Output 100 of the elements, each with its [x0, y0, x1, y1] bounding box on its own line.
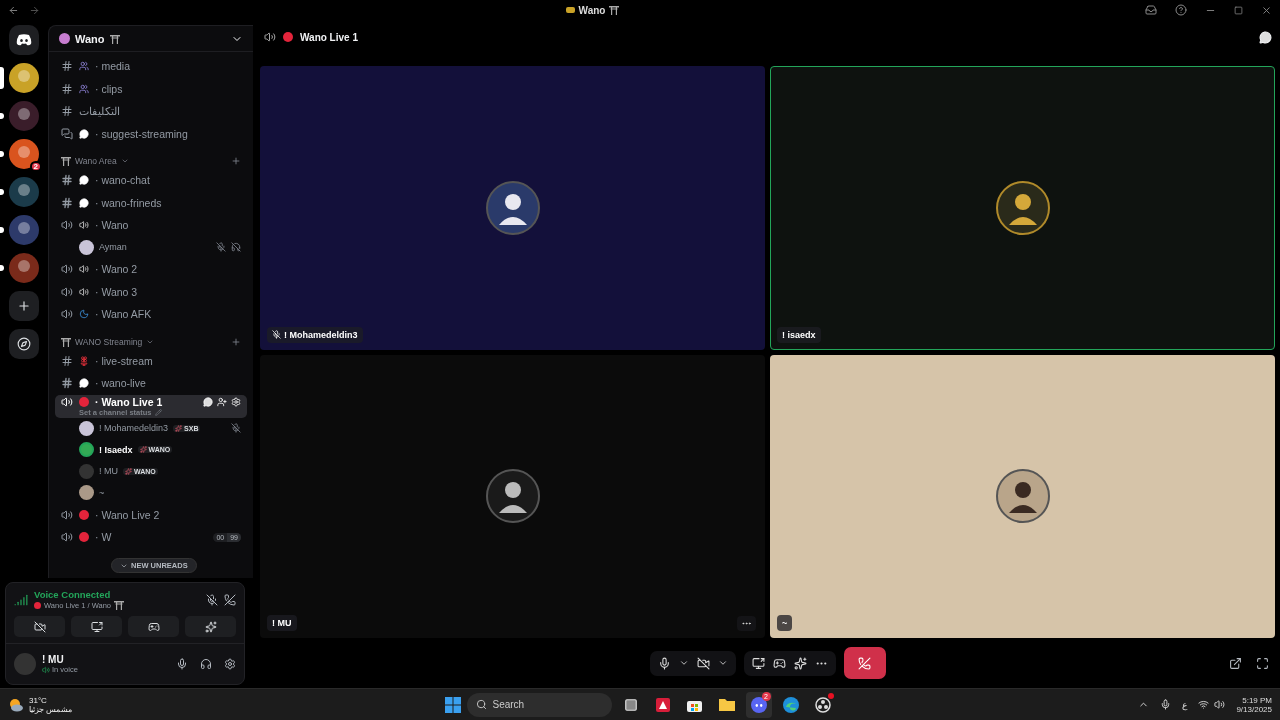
disconnect-button[interactable]	[843, 647, 886, 679]
camera-off-button[interactable]	[696, 656, 710, 670]
pencil-icon	[154, 408, 162, 416]
activity-button[interactable]	[772, 656, 786, 670]
category-name[interactable]: WANO Streaming	[75, 336, 143, 347]
noise-suppression-button[interactable]	[206, 593, 218, 606]
speaker-icon	[61, 285, 73, 298]
disconnect-button[interactable]	[224, 593, 236, 606]
mic-button[interactable]	[176, 658, 188, 670]
member-name[interactable]: ! MU	[99, 466, 118, 477]
discord-logo-icon	[16, 34, 32, 46]
weather-condition: مشمس جزئيا	[29, 704, 74, 714]
settings-icon[interactable]	[231, 396, 241, 407]
member-name[interactable]: ! Mohamedeldin3	[99, 423, 169, 434]
home-button[interactable]	[9, 25, 39, 55]
video-tile[interactable]: ! MU	[260, 354, 765, 638]
channel-item[interactable]: · suggest-streaming	[55, 122, 247, 145]
signal-icon	[14, 592, 28, 607]
screen-share-button[interactable]	[751, 656, 765, 670]
add-channel-icon[interactable]	[231, 156, 241, 166]
channel-item[interactable]: التكليفات	[55, 100, 247, 123]
screen-share-button[interactable]	[71, 616, 122, 637]
activity-button[interactable]	[128, 616, 179, 637]
channel-item[interactable]: · Wano Live 2	[55, 503, 247, 526]
torii-icon	[61, 336, 71, 347]
speaker-icon	[79, 286, 89, 297]
participant-name: ! isaedx	[777, 326, 821, 343]
camera-off-icon	[696, 656, 710, 670]
channel-item[interactable]: · clips	[55, 77, 247, 100]
channel-item[interactable]: · Wano 2	[55, 258, 247, 281]
caret-icon[interactable]	[717, 658, 728, 668]
hash-icon	[61, 105, 73, 118]
inbox-icon[interactable]	[1145, 4, 1157, 16]
pop-out-icon[interactable]	[1229, 656, 1242, 670]
channel-item[interactable]: · Wano AFK	[55, 303, 247, 326]
invite-icon[interactable]	[217, 396, 227, 407]
sparkles-icon	[793, 656, 807, 670]
windows-start-icon[interactable]	[444, 696, 461, 713]
temperature: 31°C	[29, 695, 48, 705]
member-name[interactable]: Ayman	[99, 242, 127, 253]
server-icon[interactable]	[9, 215, 39, 245]
channel-item[interactable]: · Wano	[55, 214, 247, 237]
help-icon[interactable]	[1175, 4, 1187, 16]
server-icon	[59, 33, 70, 44]
hash-icon	[61, 377, 73, 390]
add-server-button[interactable]	[9, 291, 39, 321]
search-field[interactable]: Search	[466, 692, 612, 717]
headphones-button[interactable]	[200, 658, 212, 670]
member-name[interactable]: ~	[99, 487, 105, 498]
live-dot-icon	[34, 601, 41, 609]
add-channel-icon[interactable]	[231, 336, 241, 347]
avatar	[995, 180, 1050, 235]
search-icon	[475, 699, 487, 710]
channel-item[interactable]: · wano-chat	[55, 169, 247, 192]
mic-icon	[176, 658, 188, 670]
clock-time[interactable]: 5:19 PM	[1242, 695, 1272, 705]
gamepad-icon	[147, 620, 160, 633]
speaker-icon	[79, 220, 89, 231]
chat-icon[interactable]	[1259, 30, 1272, 44]
channel-item[interactable]: · wano-live	[55, 372, 247, 395]
settings-icon	[224, 658, 236, 670]
live-dot-icon	[79, 509, 89, 520]
channel-item[interactable]: · live-stream	[55, 349, 247, 372]
video-tile[interactable]: ~	[770, 354, 1275, 638]
member-name[interactable]: ! Isaedx	[99, 444, 133, 455]
soundboard-button[interactable]	[185, 616, 236, 637]
soundboard-button[interactable]	[793, 656, 807, 670]
settings-button[interactable]	[224, 658, 236, 670]
input-language[interactable]: ع	[1182, 699, 1188, 710]
call-channel-name: Wano Live 1	[300, 31, 358, 43]
user-name: ! MU	[42, 654, 65, 665]
voice-status: Voice Connected	[34, 589, 112, 600]
video-tile[interactable]: ! Mohamedeldin3	[260, 66, 765, 350]
clock-date[interactable]: 9/13/2025	[1236, 704, 1272, 714]
server-icon[interactable]	[9, 177, 39, 207]
video-tile[interactable]: ! isaedx	[770, 66, 1275, 350]
mic-button[interactable]	[657, 656, 671, 670]
channel-item[interactable]: · wano-frineds	[55, 191, 247, 214]
torii-icon	[114, 600, 124, 610]
volume-icon[interactable]	[1214, 699, 1226, 710]
speech-bubble-icon	[79, 197, 89, 208]
channel-item[interactable]: · Wano 3	[55, 280, 247, 303]
speaker-icon	[61, 219, 73, 232]
server-icon[interactable]	[9, 253, 39, 283]
back-icon[interactable]	[8, 4, 19, 16]
caret-icon[interactable]	[678, 658, 689, 668]
server-icon[interactable]	[9, 139, 39, 169]
server-header[interactable]: Wano	[49, 26, 253, 52]
discover-button[interactable]	[9, 329, 39, 359]
network-icon[interactable]	[1198, 699, 1210, 710]
category-name[interactable]: Wano Area	[75, 156, 117, 166]
server-icon[interactable]	[9, 63, 39, 93]
close-icon[interactable]	[1261, 4, 1272, 16]
more-button[interactable]	[737, 616, 756, 631]
fullscreen-icon[interactable]	[1256, 656, 1269, 670]
avatar	[485, 469, 540, 524]
people-icon	[79, 83, 89, 94]
channel-item[interactable]: · media	[55, 55, 247, 78]
speaker-icon	[61, 395, 73, 408]
speech-bubble-icon	[79, 175, 89, 186]
